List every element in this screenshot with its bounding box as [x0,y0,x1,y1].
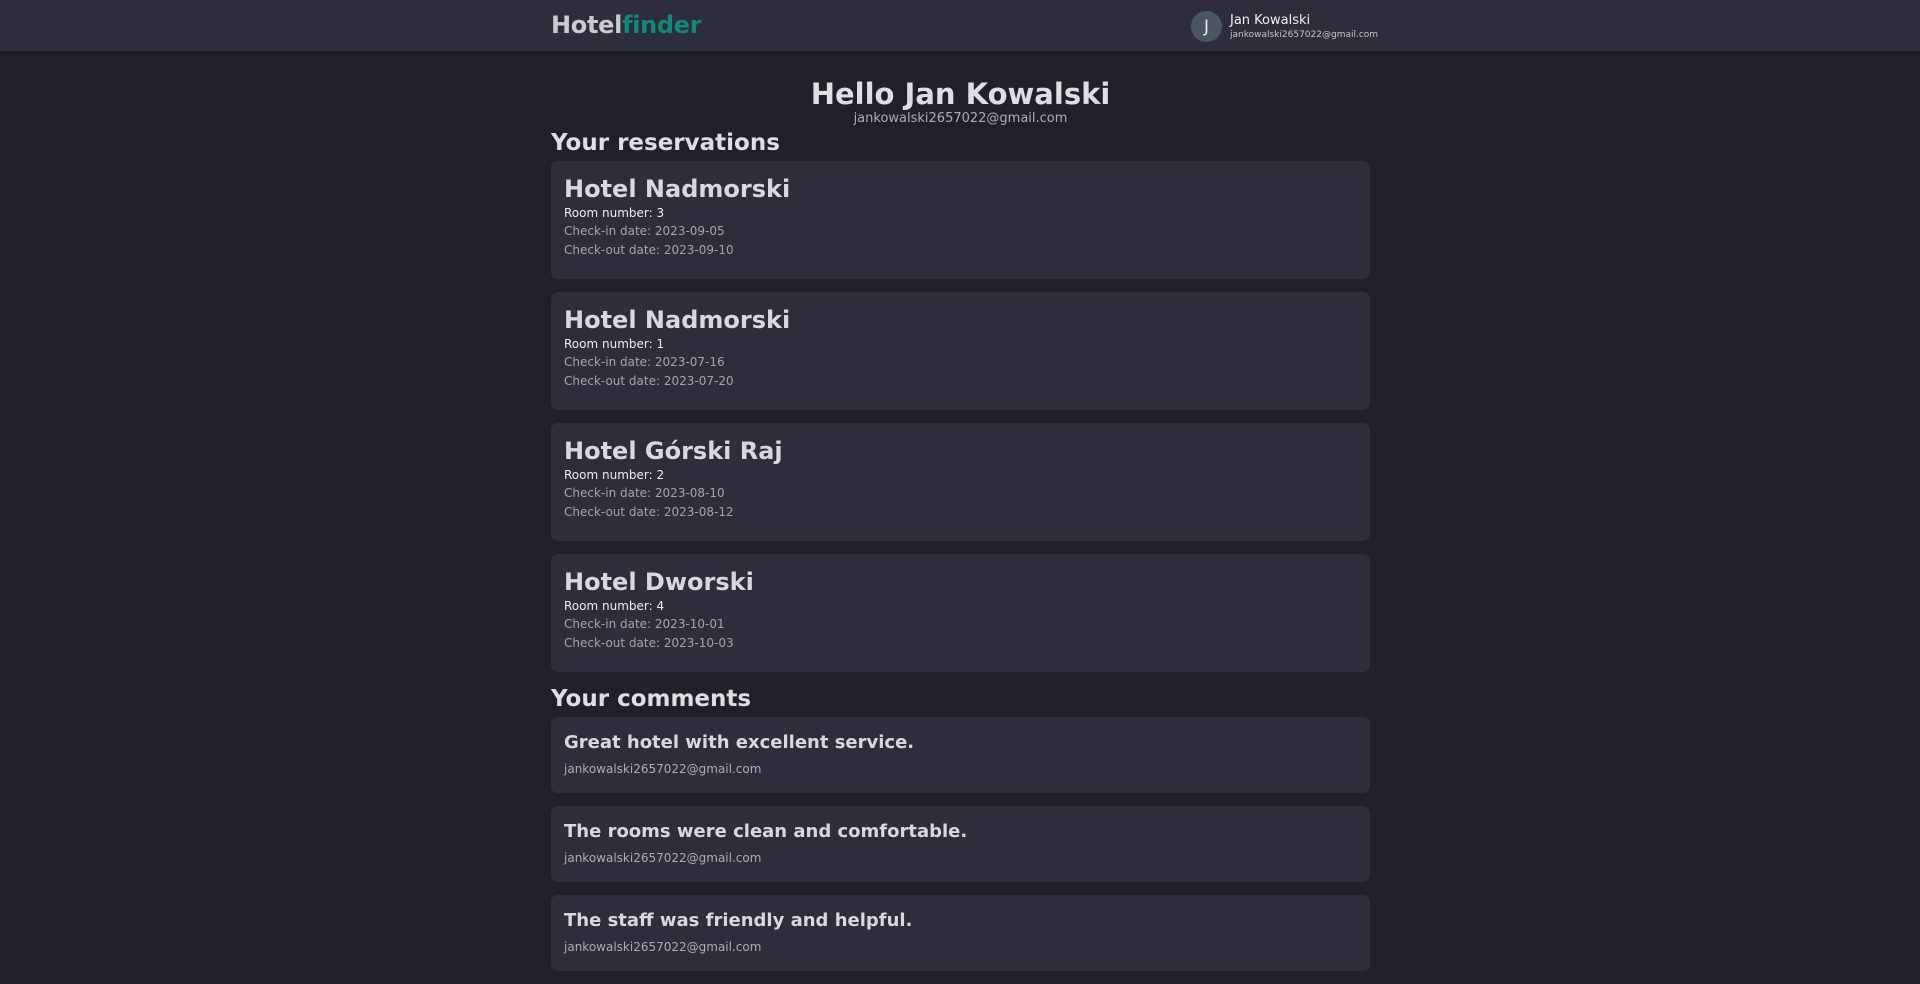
logo-text-hotel: Hotel [551,11,623,39]
hotel-name: Hotel Dworski [564,568,754,596]
user-email: jankowalski2657022@gmail.com [1230,30,1379,40]
user-info: Jan Kowalski jankowalski2657022@gmail.co… [1230,12,1378,41]
user-menu[interactable]: J Jan Kowalski jankowalski2657022@gmail.… [1191,10,1378,43]
room-number: Room number: 2 [564,468,665,482]
comment-card[interactable]: The staff was friendly and helpful. jank… [551,895,1370,971]
check-out-date: Check-out date: 2023-09-10 [564,243,734,257]
check-in-date: Check-in date: 2023-07-16 [564,355,725,369]
check-in-date: Check-in date: 2023-10-01 [564,617,725,631]
room-number: Room number: 4 [564,599,665,613]
check-out-date: Check-out date: 2023-07-20 [564,374,734,388]
comment-text: The rooms were clean and comfortable. [564,821,968,842]
check-in-date: Check-in date: 2023-09-05 [564,224,725,238]
main-content: Hello Jan Kowalski jankowalski2657022@gm… [551,51,1370,984]
reservation-card[interactable]: Hotel Nadmorski Room number: 3 Check-in … [551,161,1370,279]
comment-author: jankowalski2657022@gmail.com [564,762,762,776]
reservation-card[interactable]: Hotel Nadmorski Room number: 1 Check-in … [551,292,1370,410]
page-title: Hello Jan Kowalski [810,77,1111,111]
reservation-card[interactable]: Hotel Dworski Room number: 4 Check-in da… [551,554,1370,672]
logo-text-finder: finder [622,11,702,39]
comment-card[interactable]: Great hotel with excellent service. jank… [551,717,1370,793]
reservation-card[interactable]: Hotel Górski Raj Room number: 2 Check-in… [551,423,1370,541]
hotelfinder-logo[interactable]: Hotelfinder [551,11,702,39]
hotel-name: Hotel Nadmorski [564,175,791,203]
user-name: Jan Kowalski [1230,13,1311,28]
room-number: Room number: 3 [564,206,665,220]
check-out-date: Check-out date: 2023-08-12 [564,505,734,519]
check-in-date: Check-in date: 2023-08-10 [564,486,725,500]
comment-card[interactable]: The rooms were clean and comfortable. ja… [551,806,1370,882]
hotel-name: Hotel Górski Raj [564,437,783,465]
hotel-name: Hotel Nadmorski [564,306,791,334]
top-navigation-bar: Hotelfinder J Jan Kowalski jankowalski26… [0,0,1920,51]
comment-author: jankowalski2657022@gmail.com [564,851,762,865]
profile-email: jankowalski2657022@gmail.com [853,111,1068,126]
comment-author: jankowalski2657022@gmail.com [564,940,762,954]
comment-text: The staff was friendly and helpful. [564,910,913,931]
reservations-heading: Your reservations [551,130,780,156]
comments-heading: Your comments [551,686,752,712]
room-number: Room number: 1 [564,337,665,351]
avatar[interactable]: J [1191,11,1222,42]
comment-text: Great hotel with excellent service. [564,732,915,753]
check-out-date: Check-out date: 2023-10-03 [564,636,734,650]
